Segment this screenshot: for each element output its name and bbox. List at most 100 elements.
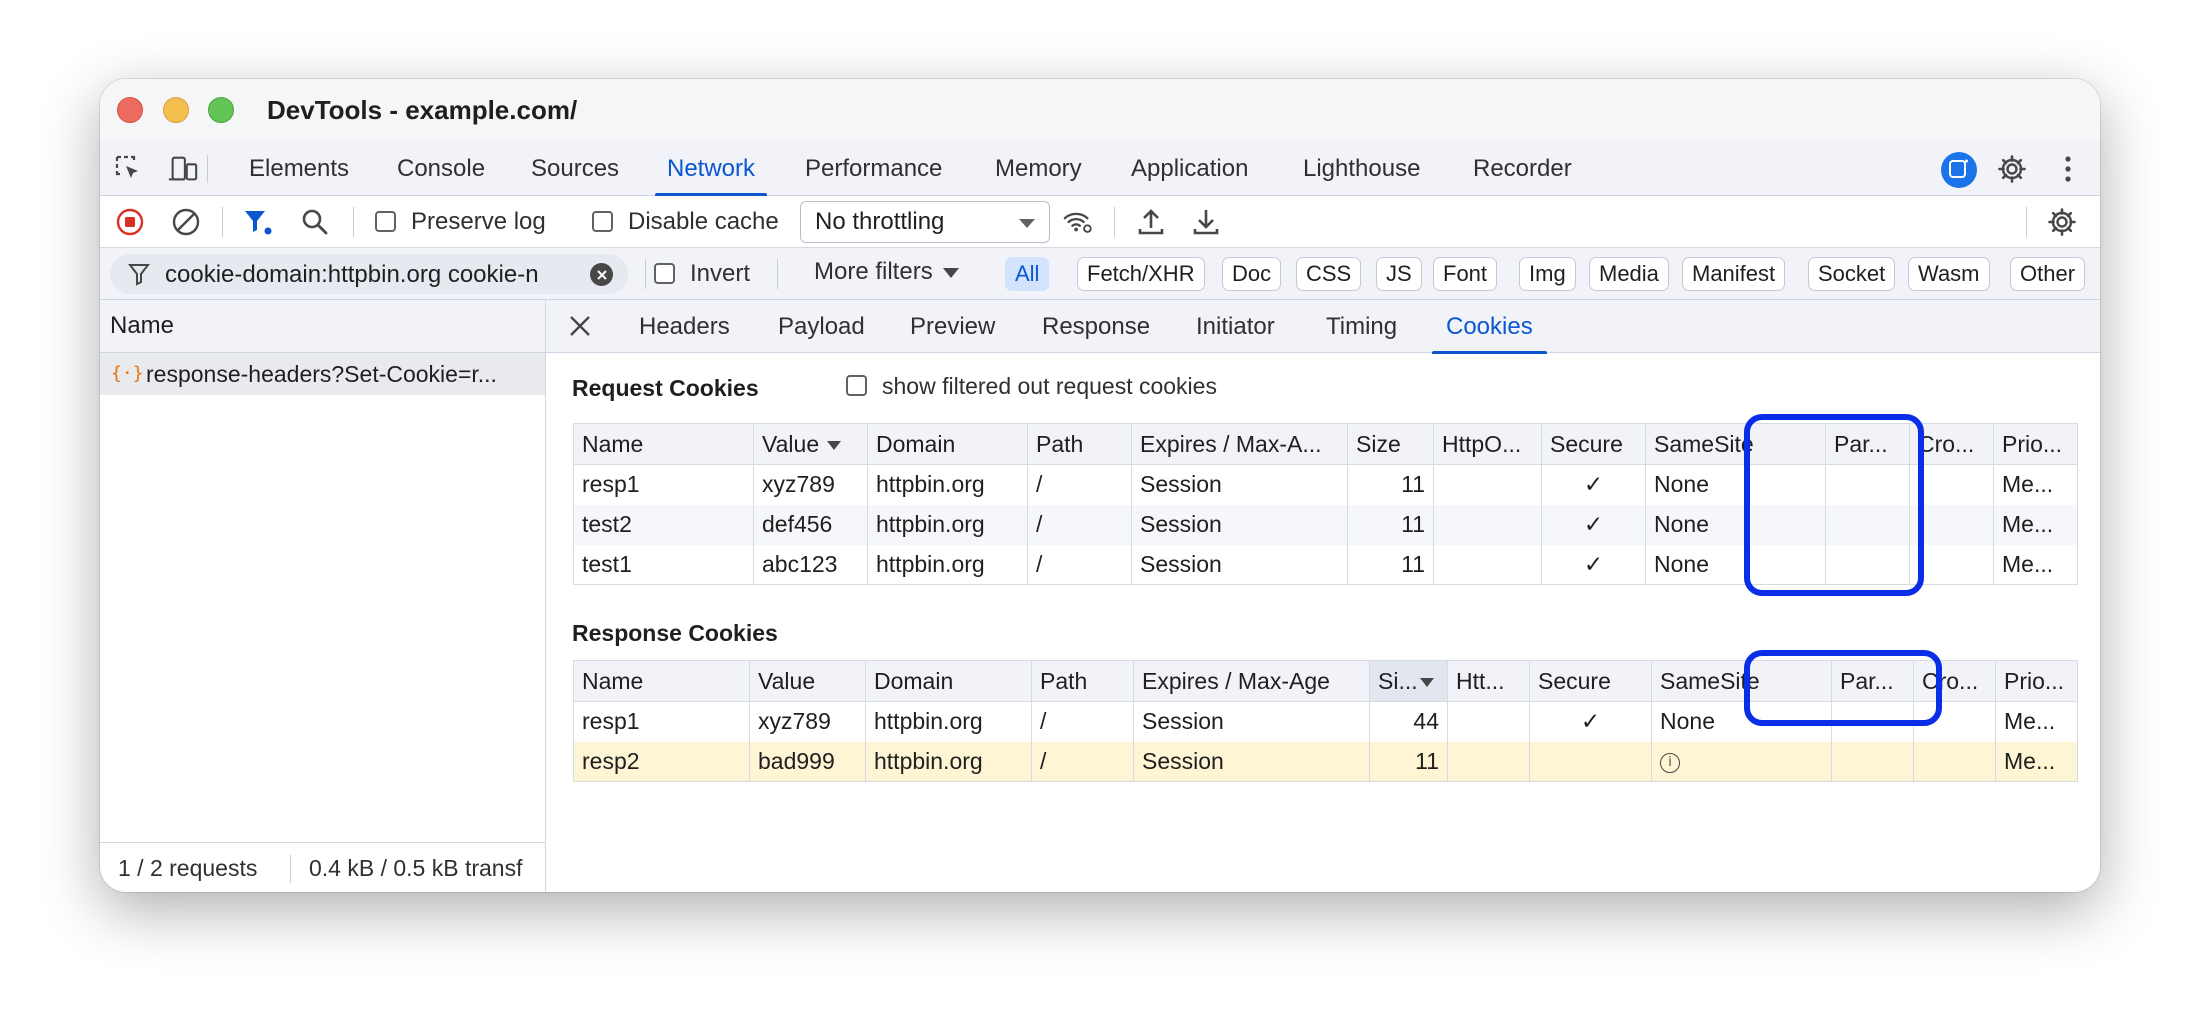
request-name: response-headers?Set-Cookie=r... [146,361,497,387]
search-icon[interactable] [299,206,331,238]
column-header-name[interactable]: Name [100,300,545,353]
tab-performance[interactable]: Performance [805,141,942,196]
clear-filter-icon[interactable] [590,263,613,286]
column-header-name[interactable]: Name [573,423,754,465]
network-conditions-icon[interactable] [1062,206,1094,238]
tab-headers[interactable]: Headers [639,300,730,353]
inspect-element-icon[interactable] [113,153,145,185]
tab-preview[interactable]: Preview [910,300,995,353]
type-chip-wasm[interactable]: Wasm [1908,257,1990,291]
tab-network[interactable]: Network [654,141,768,196]
column-header-samesite[interactable]: SameSite [1651,660,1832,702]
column-header-partition-key[interactable]: Par... [1825,423,1910,465]
cookie-domain: httpbin.org [867,544,1028,585]
invert-label: Invert [690,260,751,287]
tab-console[interactable]: Console [397,141,485,196]
toolbar-divider [353,207,354,237]
tab-memory[interactable]: Memory [995,141,1082,196]
column-header-domain[interactable]: Domain [865,660,1032,702]
table-row[interactable]: resp1 xyz789 httpbin.org / Session 44 ✓ … [573,701,2078,742]
import-har-icon[interactable] [1135,206,1167,238]
blocked-cookie-row[interactable]: resp2 bad999 httpbin.org / Session 11 i … [573,741,2078,782]
filter-input[interactable]: cookie-domain:httpbin.org cookie-n [165,261,585,289]
type-chip-font[interactable]: Font [1433,257,1498,291]
preserve-log-checkbox[interactable] [375,211,396,232]
cookie-cross-site [1909,544,1994,585]
tab-elements[interactable]: Elements [249,141,349,196]
minimize-window-button[interactable] [163,97,189,123]
network-settings-gear-icon[interactable] [2046,206,2078,238]
fetch-icon: {·} [111,363,144,384]
close-icon[interactable] [568,314,592,343]
column-header-httponly[interactable]: Htt... [1447,660,1530,702]
tab-payload[interactable]: Payload [778,300,865,353]
title-bar: DevTools - example.com/ [100,79,2100,141]
column-header-expires[interactable]: Expires / Max-A... [1131,423,1348,465]
type-chip-js[interactable]: JS [1376,257,1422,291]
column-header-expires[interactable]: Expires / Max-Age [1133,660,1370,702]
cookie-value: bad999 [749,741,866,782]
column-header-priority[interactable]: Prio... [1995,660,2078,702]
column-header-cross-site[interactable]: Cro... [1913,660,1996,702]
table-row[interactable]: resp1 xyz789 httpbin.org / Session 11 ✓ … [573,464,2078,505]
window-title: DevTools - example.com/ [267,95,578,125]
type-chip-manifest[interactable]: Manifest [1682,257,1786,291]
device-toolbar-icon[interactable] [167,153,199,185]
type-chip-other[interactable]: Other [2010,257,2086,291]
tab-cookies[interactable]: Cookies [1432,300,1547,354]
invert-checkbox[interactable] [654,263,675,284]
type-chip-fetch-xhr[interactable]: Fetch/XHR [1077,257,1205,291]
cookie-cross-site [1909,504,1994,545]
column-header-secure[interactable]: Secure [1529,660,1652,702]
column-header-secure[interactable]: Secure [1541,423,1646,465]
type-chip-all[interactable]: All [1005,257,1050,291]
cookie-value: abc123 [753,544,868,585]
table-row[interactable]: test1 abc123 httpbin.org / Session 11 ✓ … [573,544,2078,585]
column-header-size[interactable]: Size [1347,423,1434,465]
ai-assistance-icon[interactable] [1941,152,1977,188]
column-header-httponly[interactable]: HttpO... [1433,423,1542,465]
type-chip-doc[interactable]: Doc [1222,257,1282,291]
column-header-cross-site[interactable]: Cro... [1909,423,1994,465]
column-header-value[interactable]: Value [749,660,866,702]
type-chip-media[interactable]: Media [1589,257,1669,291]
cookie-partition-key [1831,741,1914,782]
column-header-size[interactable]: Si... [1369,660,1448,702]
zoom-window-button[interactable] [208,97,234,123]
tab-application[interactable]: Application [1131,141,1248,196]
close-window-button[interactable] [117,97,143,123]
type-chip-img[interactable]: Img [1519,257,1576,291]
stop-recording-icon[interactable] [114,206,146,238]
more-options-icon[interactable] [2052,153,2084,185]
tab-response[interactable]: Response [1042,300,1150,353]
tab-initiator[interactable]: Initiator [1196,300,1275,353]
tab-sources[interactable]: Sources [531,141,619,196]
more-filters-dropdown[interactable]: More filters [814,258,959,286]
type-chip-css[interactable]: CSS [1296,257,1362,291]
clear-log-icon[interactable] [170,206,202,238]
cookie-domain: httpbin.org [865,701,1032,742]
disable-cache-checkbox[interactable] [592,211,613,232]
column-header-path[interactable]: Path [1027,423,1132,465]
column-header-samesite[interactable]: SameSite [1645,423,1826,465]
show-filtered-checkbox[interactable] [846,375,867,396]
request-row[interactable]: {·} response-headers?Set-Cookie=r... [100,353,545,395]
tab-lighthouse[interactable]: Lighthouse [1303,141,1420,196]
settings-gear-icon[interactable] [1996,153,2028,185]
filter-input-box[interactable]: cookie-domain:httpbin.org cookie-n [110,254,628,294]
column-header-partition-key[interactable]: Par... [1831,660,1914,702]
export-har-icon[interactable] [1190,206,1222,238]
type-chip-socket[interactable]: Socket [1808,257,1896,291]
table-row[interactable]: test2 def456 httpbin.org / Session 11 ✓ … [573,504,2078,545]
tab-recorder[interactable]: Recorder [1473,141,1572,196]
filter-icon[interactable] [242,206,274,238]
throttling-select[interactable]: No throttling [800,201,1050,243]
column-header-value[interactable]: Value [753,423,868,465]
column-header-domain[interactable]: Domain [867,423,1028,465]
info-icon[interactable]: i [1660,752,1680,773]
tab-timing[interactable]: Timing [1326,300,1397,353]
column-header-priority[interactable]: Prio... [1993,423,2078,465]
column-header-name[interactable]: Name [573,660,750,702]
cookie-partition-key [1825,544,1910,585]
column-header-path[interactable]: Path [1031,660,1134,702]
